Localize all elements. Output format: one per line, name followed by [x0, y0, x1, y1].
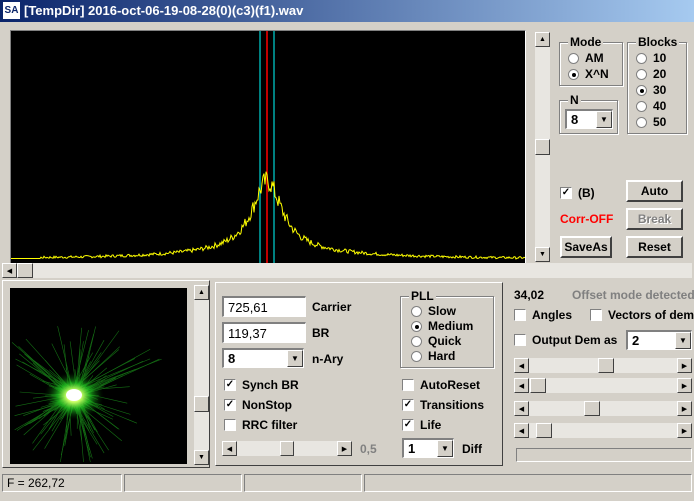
filter-slider-thumb[interactable]: [280, 441, 294, 456]
blocks-group-label: Blocks: [636, 35, 680, 49]
nary-select[interactable]: 8 ▼: [222, 348, 304, 368]
mode-group: Mode AM X^N: [559, 35, 623, 86]
right-slider-1-right[interactable]: ▶: [677, 358, 692, 373]
slider-value: 0,5: [360, 442, 377, 456]
right-slider-3-thumb[interactable]: [584, 401, 600, 416]
right-slider-4-left[interactable]: ◀: [514, 423, 529, 438]
life-checkbox[interactable]: ✓ Life: [402, 418, 441, 432]
constellation-core: [66, 389, 82, 401]
pll-medium-radio[interactable]: Medium: [411, 319, 473, 333]
scroll-down-button[interactable]: ▼: [535, 247, 550, 262]
n-group-label: N: [568, 93, 581, 107]
nary-label: n-Ary: [312, 352, 344, 366]
const-scroll-up-button[interactable]: ▲: [194, 285, 209, 300]
mode-am-radio[interactable]: AM: [568, 51, 604, 65]
status-cell-2: [124, 474, 242, 492]
offset-message: Offset mode detected: [572, 288, 694, 302]
pll-group: PLL Slow Medium Quick Hard: [400, 289, 494, 368]
right-slider-3-right[interactable]: ▶: [677, 401, 692, 416]
constellation-vscroll[interactable]: [194, 285, 209, 465]
window-title: [TempDir] 2016-oct-06-19-08-28(0)(c3)(f1…: [24, 3, 304, 18]
n-group: N 8 ▼: [559, 93, 618, 134]
blocks-50-radio[interactable]: 50: [636, 115, 666, 129]
synch-br-checkbox[interactable]: ✓ Synch BR: [224, 378, 299, 392]
rrc-filter-checkbox[interactable]: RRC filter: [224, 418, 297, 432]
status-frequency: F = 262,72: [2, 474, 122, 492]
scroll-left-button[interactable]: ◀: [2, 263, 17, 278]
output-dem-checkbox[interactable]: Output Dem as: [514, 333, 617, 347]
slider-right-button[interactable]: ▶: [337, 441, 352, 456]
blocks-30-radio[interactable]: 30: [636, 83, 666, 97]
chevron-down-icon[interactable]: ▼: [675, 332, 691, 349]
constellation-plot[interactable]: [10, 288, 187, 464]
right-slider-2-right[interactable]: ▶: [677, 378, 692, 393]
pll-slow-radio[interactable]: Slow: [411, 304, 456, 318]
chevron-down-icon[interactable]: ▼: [287, 350, 303, 367]
right-slider-2-thumb[interactable]: [530, 378, 546, 393]
mode-xn-radio[interactable]: X^N: [568, 67, 609, 81]
spectrum-vscroll-thumb[interactable]: [535, 139, 550, 155]
chevron-down-icon[interactable]: ▼: [596, 111, 612, 128]
spectrum-plot[interactable]: [11, 31, 525, 263]
pll-quick-radio[interactable]: Quick: [411, 334, 461, 348]
right-slider-2-left[interactable]: ◀: [514, 378, 529, 393]
slider-left-button[interactable]: ◀: [222, 441, 237, 456]
blocks-group: Blocks 10 20 30 40 50: [627, 35, 687, 134]
pll-group-label: PLL: [409, 289, 436, 303]
mode-group-label: Mode: [568, 35, 604, 49]
auto-button[interactable]: Auto: [626, 180, 683, 202]
nonstop-checkbox[interactable]: ✓ NonStop: [224, 398, 292, 412]
spectrum-panel[interactable]: [10, 30, 526, 264]
const-vscroll-thumb[interactable]: [194, 396, 209, 412]
n-select[interactable]: 8 ▼: [565, 109, 613, 129]
right-slider-1-left[interactable]: ◀: [514, 358, 529, 373]
blocks-10-radio[interactable]: 10: [636, 51, 666, 65]
diff-select[interactable]: 1 ▼: [402, 438, 454, 458]
scroll-up-button[interactable]: ▲: [535, 32, 550, 47]
vectors-checkbox[interactable]: Vectors of dem: [590, 308, 694, 322]
right-slider-4-thumb[interactable]: [536, 423, 552, 438]
angles-checkbox[interactable]: Angles: [514, 308, 572, 322]
b-checkbox[interactable]: ✓ (B): [560, 186, 595, 200]
right-slider-3[interactable]: [514, 401, 692, 416]
right-slider-4-right[interactable]: ▶: [677, 423, 692, 438]
spectrum-hscroll-thumb[interactable]: [17, 263, 33, 278]
reset-button[interactable]: Reset: [626, 236, 683, 258]
right-slider-3-left[interactable]: ◀: [514, 401, 529, 416]
progress-bar: [516, 448, 692, 462]
app-icon: SA: [3, 2, 20, 19]
status-cell-3: [244, 474, 362, 492]
diff-label: Diff: [462, 442, 482, 456]
blocks-40-radio[interactable]: 40: [636, 99, 666, 113]
break-button[interactable]: Break: [626, 208, 683, 230]
output-dem-select[interactable]: 2 ▼: [626, 330, 692, 350]
pll-hard-radio[interactable]: Hard: [411, 349, 455, 363]
constellation-panel[interactable]: [10, 288, 187, 464]
spectrum-hscroll[interactable]: [2, 263, 692, 278]
br-field[interactable]: 119,37: [222, 322, 306, 343]
saveas-button[interactable]: SaveAs: [560, 236, 612, 258]
corr-status: Corr-OFF: [560, 212, 614, 226]
transitions-checkbox[interactable]: ✓ Transitions: [402, 398, 484, 412]
const-scroll-down-button[interactable]: ▼: [194, 450, 209, 465]
title-bar: SA [TempDir] 2016-oct-06-19-08-28(0)(c3)…: [0, 0, 694, 22]
chevron-down-icon[interactable]: ▼: [437, 440, 453, 457]
offset-value: 34,02: [514, 288, 545, 302]
status-cell-4: [364, 474, 692, 492]
carrier-label: Carrier: [312, 300, 352, 314]
br-label: BR: [312, 326, 330, 340]
spectrum-trace: [11, 171, 525, 260]
blocks-20-radio[interactable]: 20: [636, 67, 666, 81]
autoreset-checkbox[interactable]: AutoReset: [402, 378, 480, 392]
carrier-field[interactable]: 725,61: [222, 296, 306, 317]
right-slider-1-thumb[interactable]: [598, 358, 614, 373]
